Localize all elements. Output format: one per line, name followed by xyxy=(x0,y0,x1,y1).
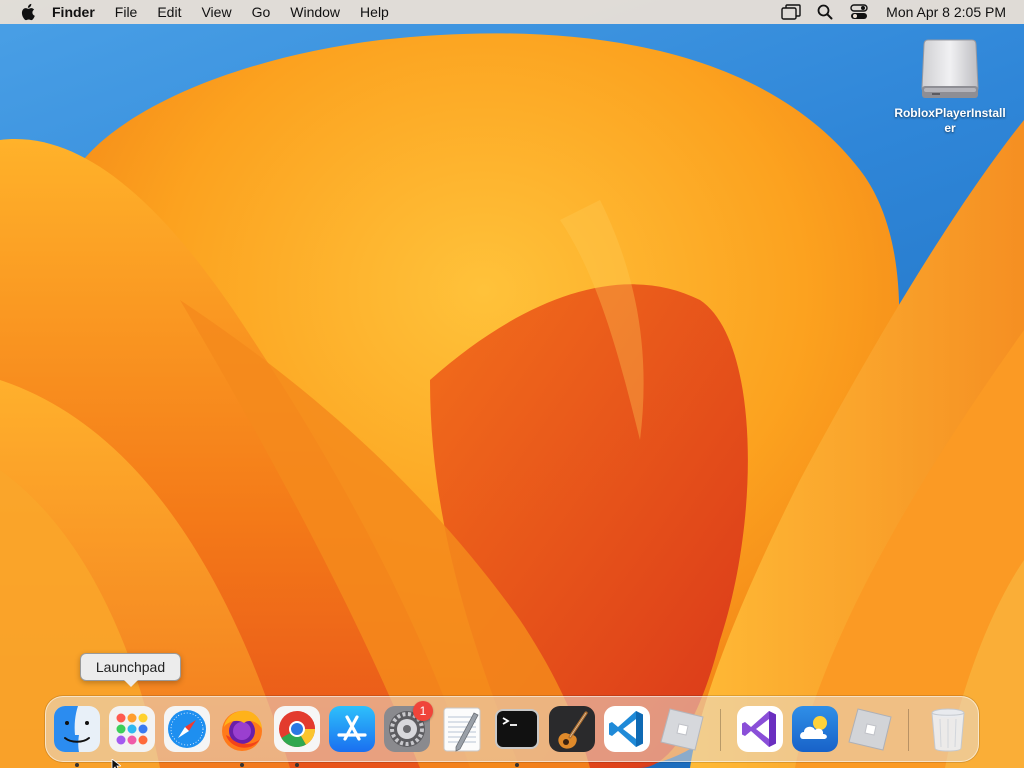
textedit-icon xyxy=(443,707,481,752)
running-indicator xyxy=(515,763,519,767)
running-indicator xyxy=(240,763,244,767)
launchpad-icon xyxy=(109,706,155,752)
dock-item-roblox-studio[interactable] xyxy=(846,705,894,753)
control-center-icon[interactable] xyxy=(842,0,876,24)
terminal-icon xyxy=(495,709,539,749)
dock-item-finder[interactable] xyxy=(53,705,101,767)
roblox-icon xyxy=(660,708,704,751)
notification-badge: 1 xyxy=(413,701,433,721)
menu-file[interactable]: File xyxy=(105,0,148,24)
dock-item-terminal[interactable] xyxy=(493,705,541,767)
weather-icon xyxy=(792,706,838,752)
menu-go[interactable]: Go xyxy=(242,0,281,24)
dock-item-chrome[interactable] xyxy=(273,705,321,767)
trash-icon xyxy=(931,708,965,752)
dock: 1 xyxy=(45,696,979,767)
screen-mirroring-icon[interactable] xyxy=(774,0,808,24)
menu-view[interactable]: View xyxy=(191,0,241,24)
chrome-icon xyxy=(274,706,320,752)
running-indicator xyxy=(75,763,79,767)
garageband-guitar-icon xyxy=(549,706,595,752)
running-indicator xyxy=(295,763,299,767)
dock-item-weather[interactable] xyxy=(791,705,839,753)
dock-item-app-store[interactable] xyxy=(328,705,376,753)
dock-separator xyxy=(908,709,909,751)
dock-item-garageband[interactable] xyxy=(548,705,596,753)
mouse-cursor-icon xyxy=(111,759,121,768)
roblox-studio-icon xyxy=(848,708,892,751)
dock-item-vscode[interactable] xyxy=(603,705,651,753)
dock-item-launchpad[interactable] xyxy=(108,705,156,753)
safari-icon xyxy=(164,706,210,752)
dock-item-textedit[interactable] xyxy=(438,705,486,753)
spotlight-search-icon[interactable] xyxy=(808,0,842,24)
finder-icon xyxy=(54,706,100,752)
firefox-icon xyxy=(222,710,262,751)
desktop-icon-robloxplayerinstaller[interactable]: RobloxPlayerInstaller xyxy=(888,36,1012,144)
dock-item-firefox[interactable] xyxy=(218,705,266,767)
menu-help[interactable]: Help xyxy=(350,0,399,24)
menu-window[interactable]: Window xyxy=(280,0,350,24)
visual-studio-icon xyxy=(737,706,783,752)
app-store-icon xyxy=(329,706,375,752)
dock-item-visual-studio[interactable] xyxy=(736,705,784,753)
menu-clock[interactable]: Mon Apr 8 2:05 PM xyxy=(876,4,1024,20)
desktop-icon-label: RobloxPlayerInstaller xyxy=(894,106,1006,135)
dock-item-system-settings[interactable]: 1 xyxy=(383,701,433,753)
dock-separator xyxy=(720,709,721,751)
dock-item-roblox[interactable] xyxy=(658,705,706,753)
menu-bar: Finder File Edit View Go Window Help Mon… xyxy=(0,0,1024,24)
dock-tooltip: Launchpad xyxy=(80,653,181,687)
external-drive-icon xyxy=(918,36,982,102)
menu-edit[interactable]: Edit xyxy=(147,0,191,24)
dock-item-trash[interactable] xyxy=(924,705,972,753)
menu-app-name[interactable]: Finder xyxy=(44,0,105,24)
vscode-icon xyxy=(604,706,650,752)
apple-menu-icon[interactable] xyxy=(10,0,44,24)
dock-item-safari[interactable] xyxy=(163,705,211,753)
status-area: Mon Apr 8 2:05 PM xyxy=(774,0,1024,24)
